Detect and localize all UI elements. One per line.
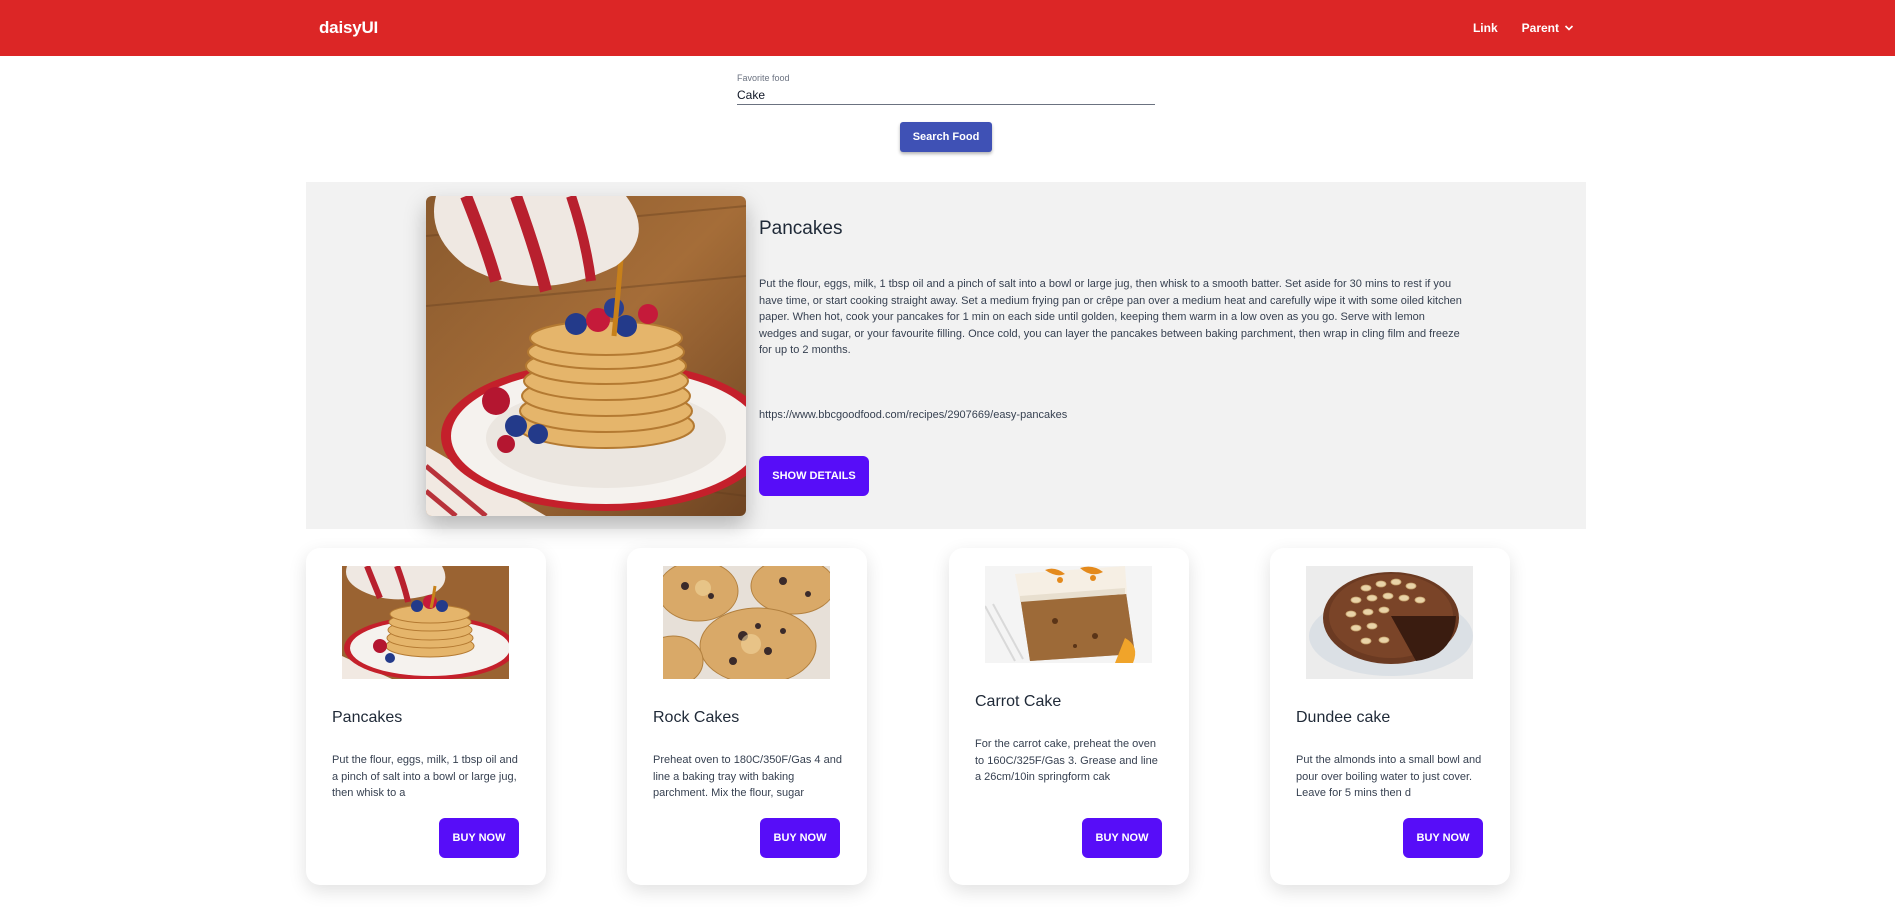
brand-logo[interactable]: daisyUI <box>319 18 378 38</box>
pancakes-photo-icon <box>342 566 509 679</box>
buy-now-button[interactable]: BUY NOW <box>760 818 840 858</box>
hero-recipe-link[interactable]: https://www.bbcgoodfood.com/recipes/2907… <box>759 409 1067 421</box>
card-title: Rock Cakes <box>653 709 740 726</box>
search-label: Favorite food <box>737 73 790 83</box>
dundee-cake-photo-icon <box>1306 566 1473 679</box>
card-image <box>1306 566 1473 679</box>
card-image <box>342 566 509 679</box>
search-food-button[interactable]: Search Food <box>900 122 992 152</box>
search-form: Favorite food <box>737 73 1155 105</box>
hero-description: Put the flour, eggs, milk, 1 tbsp oil an… <box>759 278 1462 356</box>
favorite-food-input[interactable] <box>737 85 1155 105</box>
nav-parent-dropdown[interactable]: Parent <box>1522 21 1574 35</box>
food-card: Rock Cakes Preheat oven to 180C/350F/Gas… <box>627 548 867 885</box>
buy-now-button[interactable]: BUY NOW <box>439 818 519 858</box>
navbar: daisyUI Link Parent <box>0 0 1895 56</box>
show-details-button[interactable]: SHOW DETAILS <box>759 456 869 496</box>
nav-link[interactable]: Link <box>1473 21 1498 35</box>
card-title: Dundee cake <box>1296 709 1391 726</box>
food-card: Dundee cake Put the almonds into a small… <box>1270 548 1510 885</box>
card-text: Preheat oven to 180C/350F/Gas 4 and line… <box>653 754 842 799</box>
card-text: Put the flour, eggs, milk, 1 tbsp oil an… <box>332 754 518 799</box>
hero-image <box>426 196 746 516</box>
card-title: Pancakes <box>332 709 403 726</box>
nav-menu: Link Parent <box>1473 21 1574 35</box>
card-image <box>985 566 1152 663</box>
hero-title: Pancakes <box>759 218 843 239</box>
food-card: Pancakes Put the flour, eggs, milk, 1 tb… <box>306 548 546 885</box>
food-card: Carrot Cake For the carrot cake, preheat… <box>949 548 1189 885</box>
buy-now-button[interactable]: BUY NOW <box>1082 818 1162 858</box>
rock-cakes-photo-icon <box>663 566 830 679</box>
carrot-cake-photo-icon <box>985 566 1152 663</box>
hero: Pancakes Put the flour, eggs, milk, 1 tb… <box>306 182 1586 529</box>
card-text: Put the almonds into a small bowl and po… <box>1296 754 1482 799</box>
pancakes-photo-icon <box>426 196 746 516</box>
chevron-down-icon <box>1564 25 1574 31</box>
card-image <box>663 566 830 679</box>
buy-now-button[interactable]: BUY NOW <box>1403 818 1483 858</box>
nav-parent-label: Parent <box>1521 21 1559 35</box>
card-title: Carrot Cake <box>975 693 1062 710</box>
card-text: For the carrot cake, preheat the oven to… <box>975 738 1158 783</box>
